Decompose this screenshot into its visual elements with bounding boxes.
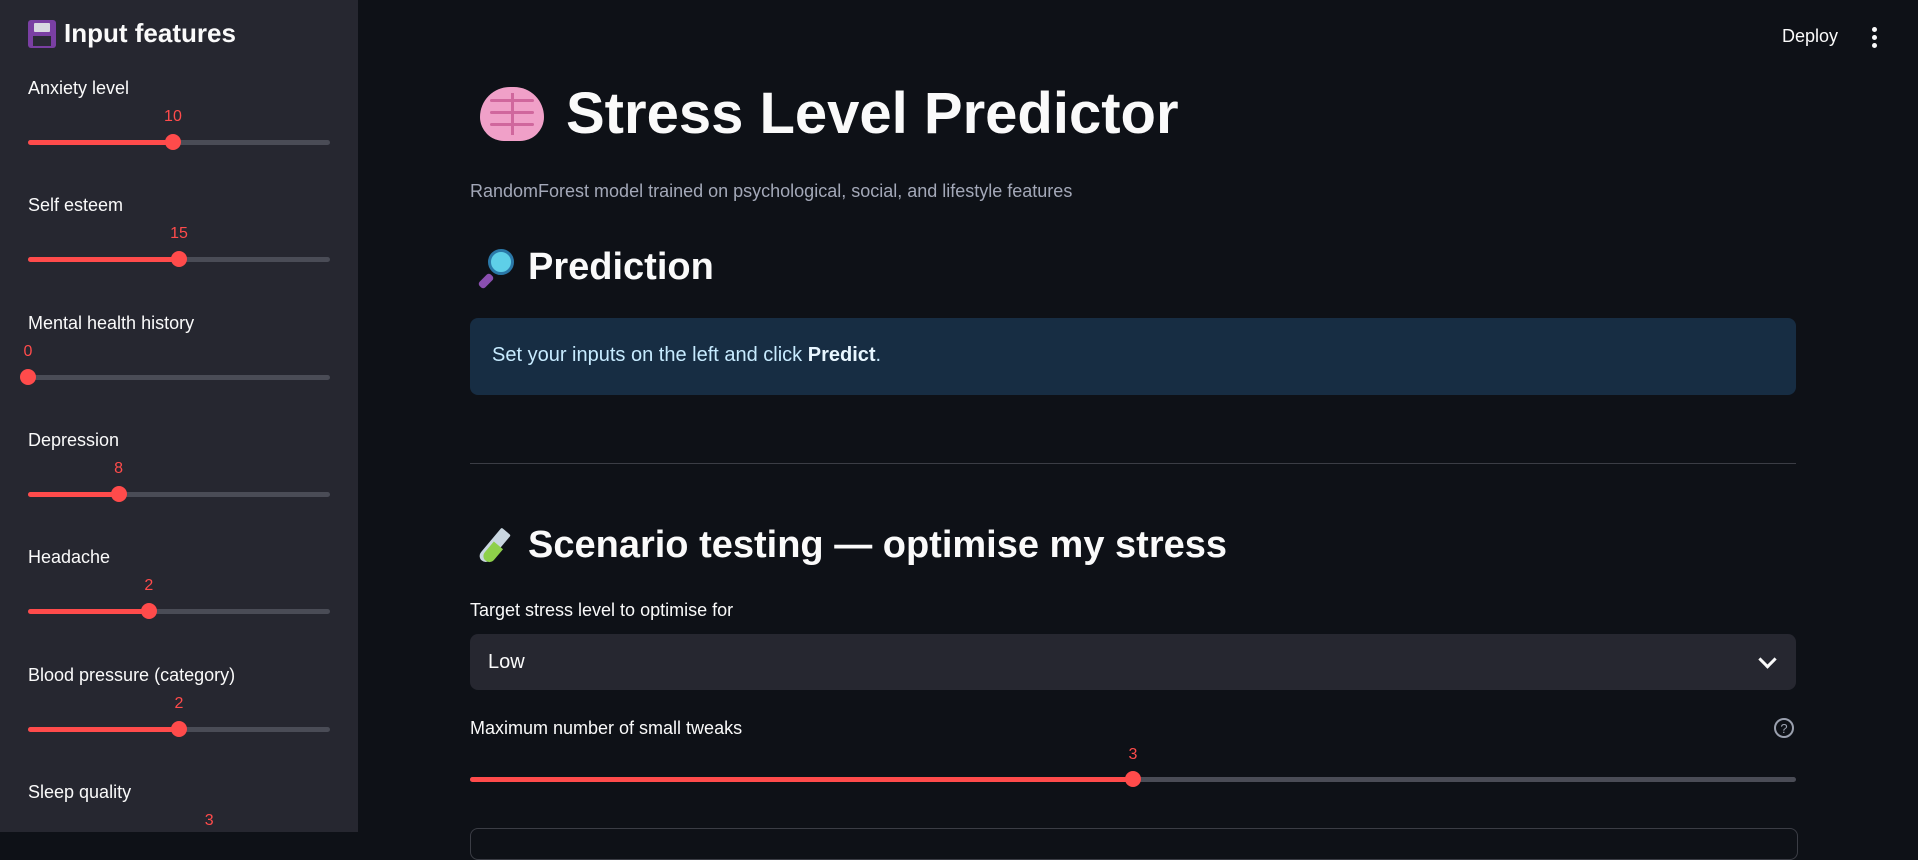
slider-label: Mental health history bbox=[28, 313, 195, 333]
max-tweaks-slider[interactable]: 3 bbox=[470, 746, 1796, 830]
slider-thumb[interactable] bbox=[20, 369, 36, 385]
chevron-down-icon[interactable] bbox=[1758, 649, 1777, 669]
main-content: Stress Level Predictor RandomForest mode… bbox=[470, 0, 1798, 860]
info-alert: Set your inputs on the left and click Pr… bbox=[470, 318, 1796, 395]
slider-sleep-quality[interactable]: Sleep quality 3 bbox=[28, 782, 330, 832]
scenario-heading-text: Scenario testing — optimise my stress bbox=[528, 524, 1228, 566]
slider-fill bbox=[28, 492, 119, 497]
slider-thumb[interactable] bbox=[171, 721, 187, 737]
target-stress-label: Target stress level to optimise for bbox=[470, 600, 734, 620]
info-suffix: . bbox=[875, 344, 882, 366]
slider-mental-health-history[interactable]: Mental health history 0 bbox=[20, 313, 330, 393]
page-subtitle: RandomForest model trained on psychologi… bbox=[470, 181, 1073, 201]
slider-label: Blood pressure (category) bbox=[28, 665, 236, 685]
slider-track[interactable] bbox=[28, 134, 330, 150]
slider-track[interactable] bbox=[470, 771, 1796, 787]
slider-label: Anxiety level bbox=[28, 78, 130, 98]
target-stress-select[interactable]: Low bbox=[470, 634, 1796, 690]
target-stress-value: Low bbox=[488, 650, 525, 673]
slider-track[interactable] bbox=[28, 486, 330, 502]
brain-icon bbox=[480, 86, 544, 141]
page-title: Stress Level Predictor bbox=[480, 80, 1179, 147]
slider-track[interactable] bbox=[20, 369, 330, 385]
slider-track[interactable] bbox=[28, 603, 330, 619]
floppy-disk-icon bbox=[28, 19, 56, 48]
slider-thumb[interactable] bbox=[1125, 771, 1141, 787]
slider-value: 2 bbox=[144, 577, 154, 594]
slider-thumb[interactable] bbox=[140, 603, 157, 619]
divider bbox=[470, 463, 1796, 464]
info-bold-predict: Predict bbox=[807, 344, 876, 366]
kebab-menu-icon[interactable] bbox=[1872, 27, 1878, 49]
slider-fill bbox=[28, 727, 179, 732]
page-title-text: Stress Level Predictor bbox=[566, 81, 1179, 146]
slider-fill bbox=[470, 777, 1133, 782]
help-icon[interactable]: ? bbox=[1774, 718, 1794, 738]
slider-fill bbox=[28, 257, 179, 262]
slider-track[interactable] bbox=[28, 251, 330, 267]
prediction-heading-text: Prediction bbox=[528, 246, 714, 288]
sidebar-header: Input features bbox=[28, 18, 236, 49]
slider-value: 8 bbox=[114, 460, 124, 477]
slider-track[interactable] bbox=[28, 721, 330, 737]
sidebar-title: Input features bbox=[64, 18, 236, 48]
slider-value: 3 bbox=[1128, 746, 1138, 763]
slider-value: 10 bbox=[164, 108, 182, 125]
slider-self-esteem[interactable]: Self esteem 15 bbox=[28, 195, 330, 275]
slider-label: Headache bbox=[28, 547, 111, 567]
slider-thumb[interactable] bbox=[110, 486, 127, 502]
slider-value: 0 bbox=[23, 343, 33, 360]
prediction-heading: Prediction bbox=[476, 246, 714, 289]
slider-value: 15 bbox=[170, 225, 188, 242]
slider-fill bbox=[28, 609, 149, 614]
slider-anxiety-level[interactable]: Anxiety level 10 bbox=[28, 78, 330, 158]
slider-thumb[interactable] bbox=[164, 134, 181, 150]
slider-value: 2 bbox=[174, 695, 184, 712]
max-tweaks-label: Maximum number of small tweaks bbox=[470, 718, 743, 738]
slider-depression[interactable]: Depression 8 bbox=[28, 430, 330, 510]
info-text: Set your inputs on the left and click bbox=[492, 344, 808, 366]
slider-headache[interactable]: Headache 2 bbox=[28, 547, 330, 627]
slider-blood-pressure[interactable]: Blood pressure (category) 2 bbox=[28, 665, 330, 745]
slider-value: 3 bbox=[204, 812, 214, 829]
slider-thumb[interactable] bbox=[171, 251, 187, 267]
sidebar: Input features Anxiety level 10 Self est… bbox=[0, 0, 358, 832]
slider-label: Sleep quality bbox=[28, 782, 132, 802]
next-widget-container bbox=[470, 828, 1798, 860]
magnifying-glass-icon bbox=[476, 248, 514, 289]
slider-label: Self esteem bbox=[28, 195, 124, 215]
slider-label: Depression bbox=[28, 430, 120, 450]
scenario-heading: Scenario testing — optimise my stress bbox=[476, 524, 1227, 567]
test-tube-icon bbox=[476, 527, 514, 565]
slider-fill bbox=[28, 140, 173, 145]
